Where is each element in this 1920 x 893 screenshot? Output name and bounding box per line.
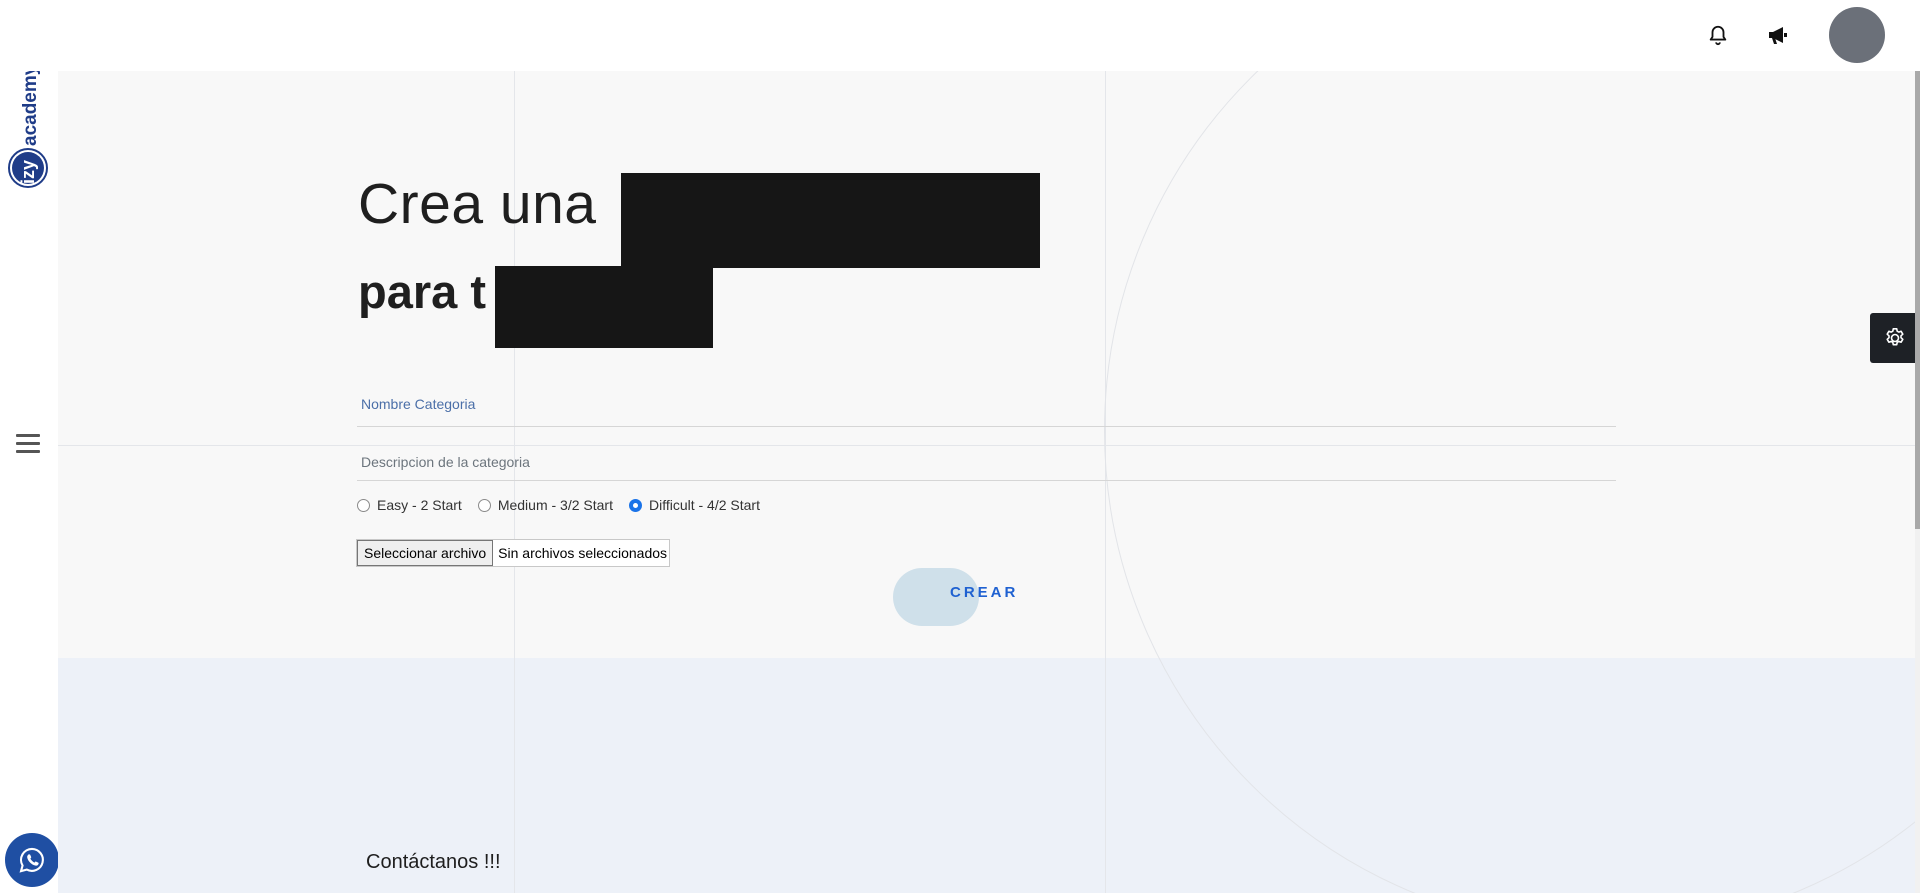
user-avatar[interactable] bbox=[1829, 7, 1885, 63]
gear-icon bbox=[1886, 328, 1904, 346]
settings-button[interactable] bbox=[1870, 313, 1920, 363]
page-title-line2: para t bbox=[358, 265, 486, 318]
file-status-text: Sin archivos seleccionados bbox=[498, 545, 668, 561]
category-description-input[interactable] bbox=[357, 444, 1616, 480]
radio-button[interactable] bbox=[477, 498, 491, 512]
page-scrollbar[interactable] bbox=[1915, 71, 1920, 893]
whatsapp-button[interactable] bbox=[5, 833, 59, 887]
svg-text:academy: academy bbox=[20, 64, 41, 146]
main-content: Crea una para t Easy - 2 Start Medium - … bbox=[58, 71, 1915, 893]
radio-label: Medium - 3/2 Start bbox=[497, 497, 613, 513]
left-sidebar: academy ® izy bbox=[0, 0, 59, 893]
megaphone-icon[interactable] bbox=[1763, 20, 1793, 50]
radio-medium[interactable]: Medium - 3/2 Start bbox=[477, 497, 613, 513]
bell-icon[interactable] bbox=[1703, 20, 1733, 50]
category-description-field bbox=[357, 444, 1616, 481]
radio-button-checked[interactable] bbox=[628, 498, 642, 512]
top-bar bbox=[0, 0, 1920, 71]
radio-label: Easy - 2 Start bbox=[377, 497, 462, 513]
redaction-block bbox=[495, 266, 713, 348]
svg-text:izy: izy bbox=[18, 160, 38, 184]
page-title-line1: Crea una bbox=[358, 172, 597, 236]
select-file-button[interactable]: Seleccionar archivo bbox=[357, 540, 494, 566]
hamburger-menu-icon[interactable] bbox=[16, 434, 40, 456]
file-input: Seleccionar archivo Sin archivos selecci… bbox=[356, 539, 671, 567]
redaction-block bbox=[621, 173, 1040, 268]
radio-easy[interactable]: Easy - 2 Start bbox=[357, 497, 462, 513]
whatsapp-icon bbox=[19, 847, 44, 873]
difficulty-radio-group: Easy - 2 Start Medium - 3/2 Start Diffic… bbox=[357, 497, 776, 513]
radio-difficult[interactable]: Difficult - 4/2 Start bbox=[628, 497, 760, 513]
scrollbar-thumb[interactable] bbox=[1915, 71, 1920, 529]
radio-button[interactable] bbox=[357, 498, 370, 512]
category-name-field bbox=[357, 381, 1616, 427]
category-name-input[interactable] bbox=[357, 381, 1616, 427]
contact-heading: Contáctanos !!! bbox=[366, 851, 501, 873]
crear-button[interactable]: CREAR bbox=[950, 584, 1018, 601]
radio-label: Difficult - 4/2 Start bbox=[648, 497, 760, 513]
